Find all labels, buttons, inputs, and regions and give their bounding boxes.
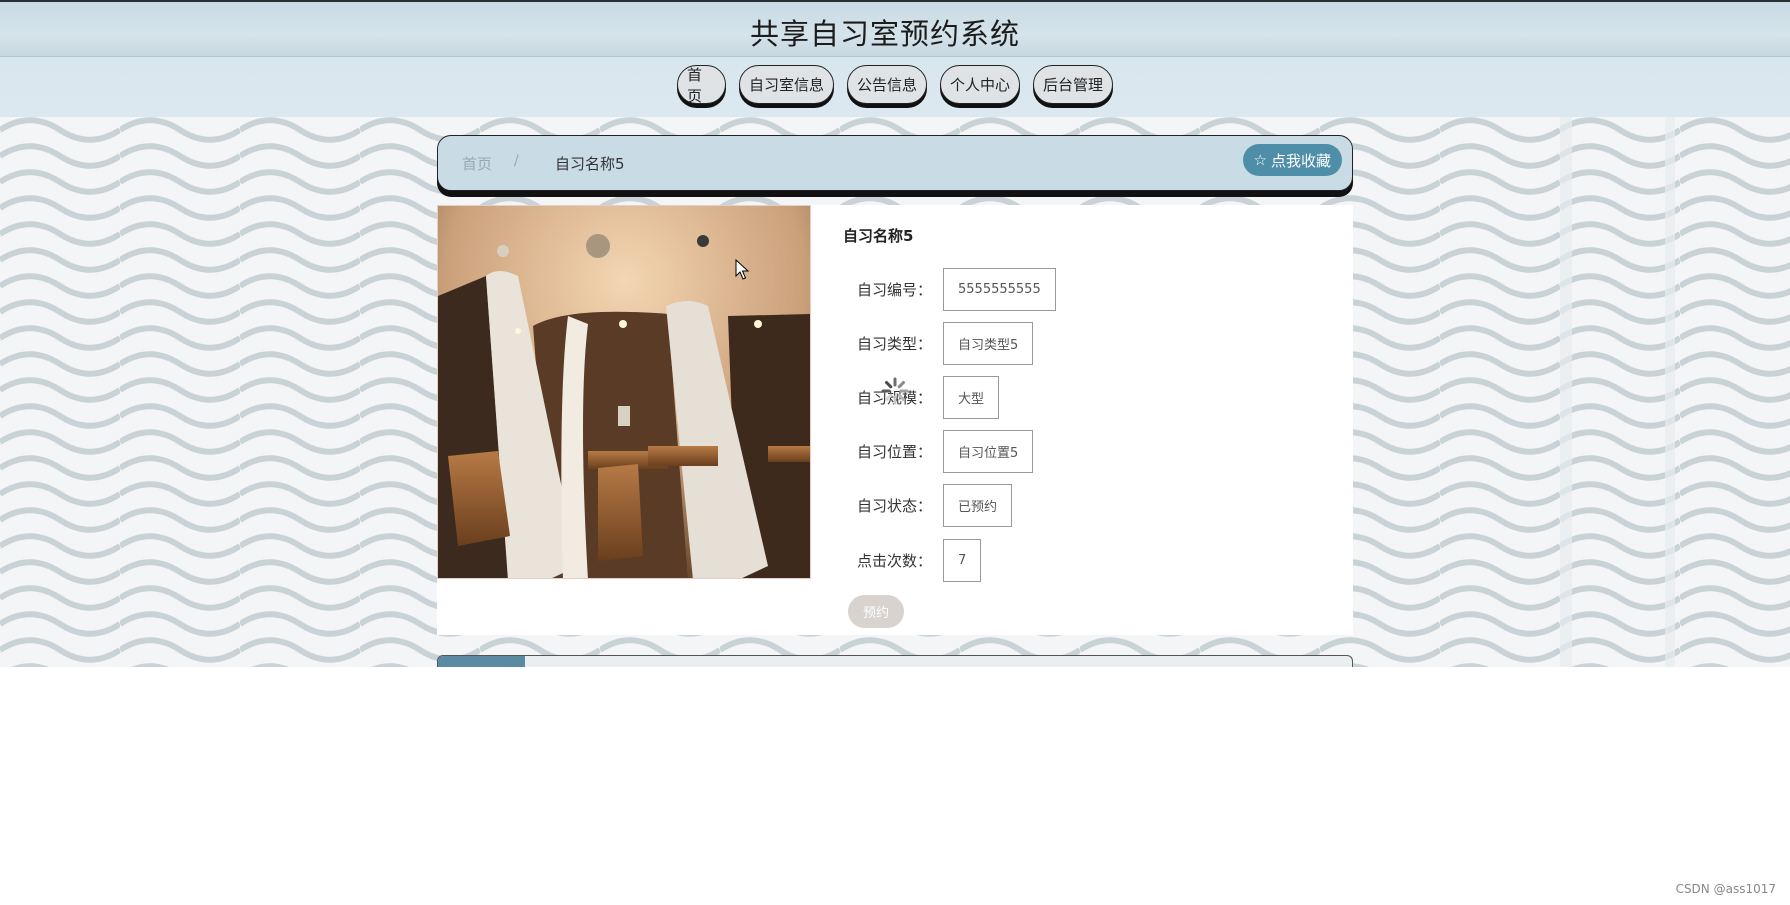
breadcrumb-current: 自习名称5 (555, 155, 625, 173)
field-label: 自习位置： (857, 442, 933, 461)
field-value: 已预约 (943, 483, 1013, 527)
study-room-image (438, 206, 810, 578)
main-nav: 首页 自习室信息 公告信息 个人中心 后台管理 (677, 65, 1114, 105)
field-row-number: 自习编号： 5555555555 (857, 267, 1056, 311)
favorite-label: 点我收藏 (1270, 151, 1331, 170)
nav-announcement-button[interactable]: 公告信息 (847, 65, 928, 104)
room-photo (437, 205, 811, 579)
tabs-bar (437, 655, 1353, 667)
field-label: 自习状态： (857, 496, 933, 515)
site-title: 共享自习室预约系统 (749, 17, 1020, 51)
star-outline-icon: ☆ (1253, 151, 1267, 169)
field-label: 自习类型： (857, 334, 933, 353)
field-row-type: 自习类型： 自习类型5 (857, 321, 1034, 365)
breadcrumb: 首页 / 自习名称5 ☆ 点我收藏 (437, 135, 1353, 191)
nav-personal-center-button[interactable]: 个人中心 (940, 65, 1021, 104)
nav-bar: 首页 自习室信息 公告信息 个人中心 后台管理 (0, 57, 1790, 117)
field-value: 5555555555 (943, 267, 1056, 311)
breadcrumb-home-link[interactable]: 首页 (462, 153, 492, 174)
room-detail-panel: 自习名称5 自习编号： 5555555555 自习类型： 自习类型5 自习规模：… (437, 205, 1353, 635)
header-bar: 共享自习室预约系统 (0, 0, 1790, 57)
watermark: CSDN @ass1017 (1675, 882, 1776, 896)
mouse-pointer-icon (735, 259, 750, 280)
field-row-scale: 自习规模： 大型 (857, 375, 1000, 419)
field-row-status: 自习状态： 已预约 (857, 483, 1013, 527)
field-row-location: 自习位置： 自习位置5 (857, 429, 1034, 473)
loading-spinner-icon (881, 377, 909, 405)
field-value: 7 (943, 538, 982, 582)
field-value: 自习位置5 (943, 429, 1034, 473)
nav-admin-button[interactable]: 后台管理 (1033, 65, 1114, 104)
field-label: 点击次数： (857, 551, 933, 570)
reserve-button[interactable]: 预约 (848, 595, 904, 628)
field-label: 自习编号： (857, 280, 933, 299)
field-value: 自习类型5 (943, 321, 1034, 365)
field-row-clicks: 点击次数： 7 (857, 538, 982, 582)
nav-room-info-button[interactable]: 自习室信息 (739, 65, 835, 104)
breadcrumb-separator: / (514, 153, 519, 169)
nav-home-button[interactable]: 首页 (677, 65, 726, 105)
favorite-button[interactable]: ☆ 点我收藏 (1242, 144, 1342, 176)
tab-active[interactable] (438, 656, 525, 667)
room-name: 自习名称5 (843, 227, 914, 245)
field-value: 大型 (943, 375, 1000, 419)
